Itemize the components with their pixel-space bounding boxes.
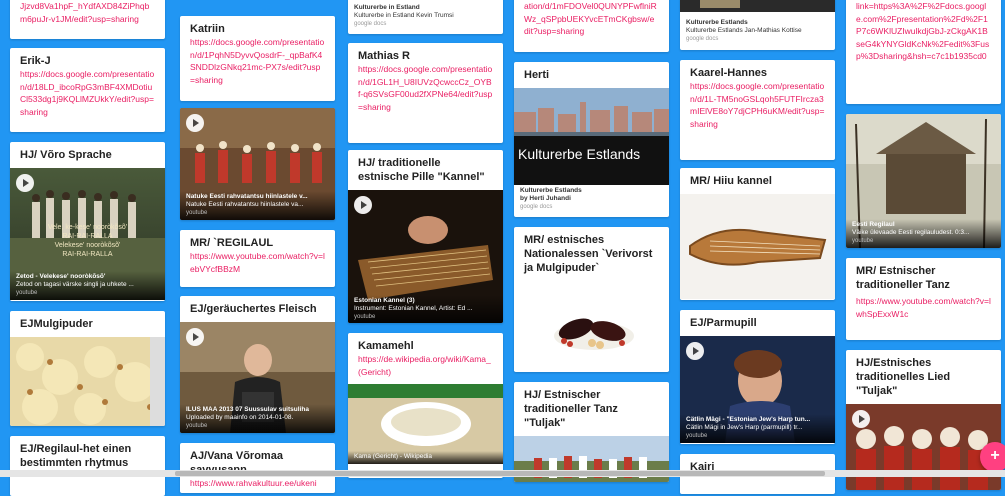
horizontal-scrollbar[interactable] xyxy=(0,470,1005,477)
video-caption: Natuke Eesti rahvatantsu hiinlastele v..… xyxy=(180,191,335,220)
post-card-kulturerbe-estlands[interactable]: Kulturerbe Estlands Kulturerbe Estlands … xyxy=(680,0,835,50)
play-icon[interactable] xyxy=(16,174,34,192)
doc-image xyxy=(680,0,835,12)
post-link[interactable]: https://docs.google.com/presentation/d/1… xyxy=(190,36,325,86)
post-card-pille[interactable]: HJ/ traditionelle estnische Pille "Kanne… xyxy=(348,150,503,323)
post-link[interactable]: Jjzvd8Va1hpF_hYdfAXD84ZiPhqbm6puJr-v1JM/… xyxy=(20,0,155,25)
post-card-katriin[interactable]: Katriin https://docs.google.com/presenta… xyxy=(180,16,335,101)
doc-image xyxy=(514,88,669,185)
post-card-voro[interactable]: HJ/ Võro Sprache Vele, ke-kese' nooròkõs… xyxy=(10,142,165,301)
post-link[interactable]: link=https%3A%2F%2Fdocs.google.com%2Fpre… xyxy=(856,0,991,63)
post-card-kaarel[interactable]: Kaarel-Hannes https://docs.google.com/pr… xyxy=(680,60,835,160)
play-icon[interactable] xyxy=(354,196,372,214)
post-card-parmupill[interactable]: EJ/Parmupill Cätlin Mägi - "Estonian Jew… xyxy=(680,310,835,444)
kannel-image xyxy=(680,194,835,299)
scrollbar-thumb[interactable] xyxy=(175,471,825,476)
post-title: EJ/geräuchertes Fleisch xyxy=(190,303,317,315)
post-link[interactable]: https://docs.google.com/presentation/d/1… xyxy=(690,80,825,130)
post-card-vana[interactable]: AJ/Vana Võromaa savvusann https://www.ra… xyxy=(180,443,335,493)
video-caption: ILUS MAA 2013 07 Suussulav suitsuliha Up… xyxy=(180,404,335,433)
play-icon[interactable] xyxy=(686,342,704,360)
video-thumbnail[interactable]: Eesti Regilaul Väike ülevaade Eesti regi… xyxy=(846,114,1001,248)
post-card-natuke[interactable]: Natuke Eesti rahvatantsu hiinlastele v..… xyxy=(180,108,335,220)
article-caption: Kama (Gericht) - Wikipedia xyxy=(348,451,503,464)
post-title: MR/ estnisches Nationalessen `Verivorst … xyxy=(524,234,653,274)
post-title: HJ/Estnisches traditionelles Lied "Tulja… xyxy=(856,357,951,397)
post-card[interactable]: Jjzvd8Va1hpF_hYdfAXD84ZiPhqbm6puJr-v1JM/… xyxy=(10,0,165,39)
post-title: Katriin xyxy=(190,23,225,35)
video-thumbnail[interactable] xyxy=(846,404,1001,490)
doc-caption: Kulturerbe in Estland Kulturerbe in Estl… xyxy=(354,4,454,27)
post-card-hj-tanz[interactable]: HJ/Estnisches traditionelles Lied "Tulja… xyxy=(846,350,1001,490)
post-title: EJ/Regilaul-het einen bestimmten rhytmus xyxy=(20,443,132,469)
post-title: MR/ Estnischer traditioneller Tanz xyxy=(856,265,950,291)
post-title: HJ/ traditionelle estnische Pille "Kanne… xyxy=(358,157,485,183)
play-icon[interactable] xyxy=(852,410,870,428)
doc-banner-text: Kulturerbe Estlands xyxy=(518,146,641,162)
play-icon[interactable] xyxy=(186,328,204,346)
post-card-erik[interactable]: Erik-J https://docs.google.com/presentat… xyxy=(10,48,165,132)
video-thumbnail[interactable]: ILUS MAA 2013 07 Suussulav suitsuliha Up… xyxy=(180,322,335,433)
post-card-kama[interactable]: Kamamehl https://de.wikipedia.org/wiki/K… xyxy=(348,333,503,478)
play-icon[interactable] xyxy=(186,114,204,132)
post-title: Herti xyxy=(524,69,550,81)
video-thumbnail[interactable]: Vele, ke-kese' nooròkõsõ' RAI-RAI-RALLA … xyxy=(10,168,165,300)
video-caption: Cätlin Mägi - "Estonian Jew's Harp tun..… xyxy=(680,414,835,443)
post-card-regilaul-video[interactable]: Eesti Regilaul Väike ülevaade Eesti regi… xyxy=(846,114,1001,248)
post-card[interactable]: ation/d/1mFDOVel0QUNYPFwflniRWz_qSPpbUEK… xyxy=(514,0,669,52)
post-link[interactable]: https://docs.google.com/presentation/d/1… xyxy=(20,68,155,118)
doc-thumbnail[interactable]: Kulturerbe Estlands xyxy=(514,88,669,185)
doc-caption: Kulturerbe Estlands by Herti Juhandi goo… xyxy=(520,187,582,210)
post-title: Kaarel-Hannes xyxy=(690,67,768,79)
post-title: MR/ `REGILAUL xyxy=(190,237,274,249)
post-title: MR/ Hiiu kannel xyxy=(690,175,772,187)
post-card-mr-tanz[interactable]: MR/ Estnischer traditioneller Tanz https… xyxy=(846,258,1001,340)
video-caption: Eesti Regilaul Väike ülevaade Eesti regi… xyxy=(846,219,1001,248)
post-title: EJMulgipuder xyxy=(20,318,93,330)
video-thumbnail[interactable]: Cätlin Mägi - "Estonian Jew's Harp tun..… xyxy=(680,336,835,443)
add-post-button[interactable]: + xyxy=(980,442,1005,472)
plus-icon: + xyxy=(990,447,1000,464)
post-card-tuljak[interactable]: HJ/ Estnischer traditioneller Tanz "Tulj… xyxy=(514,382,669,482)
food-image xyxy=(514,281,669,371)
video-caption: Estonian Kannel (3) Instrument: Estonian… xyxy=(348,295,503,323)
post-card-kulturerbe[interactable]: Kulturerbe in Estland Kulturerbe in Estl… xyxy=(348,0,503,34)
post-card-herti[interactable]: Herti Kulturerbe Estlands Kulturerbe Est… xyxy=(514,62,669,217)
video-thumbnail[interactable]: Natuke Eesti rahvatantsu hiinlastele v..… xyxy=(180,108,335,220)
food-image xyxy=(10,337,165,426)
post-link[interactable]: https://www.rahvakultuur.ee/ukeni xyxy=(190,477,325,490)
post-card-regilaul[interactable]: EJ/Regilaul-het einen bestimmten rhytmus xyxy=(10,436,165,496)
post-card-mathias[interactable]: Mathias R https://docs.google.com/presen… xyxy=(348,43,503,143)
video-overlay-text: Vele, ke-kese' nooròkõsõ' RAI-RAI-RALLA … xyxy=(47,224,128,258)
article-image: Kama (Gericht) - Wikipedia xyxy=(348,384,503,464)
post-title: HJ/ Estnischer traditioneller Tanz "Tulj… xyxy=(524,389,618,429)
post-card-verivorst[interactable]: MR/ estnisches Nationalessen `Verivorst … xyxy=(514,227,669,372)
post-title: HJ/ Võro Sprache xyxy=(20,149,112,161)
post-card-fleisch[interactable]: EJ/geräuchertes Fleisch ILUS MAA 2013 07… xyxy=(180,296,335,433)
post-link[interactable]: https://www.youtube.com/watch?v=lwhSpExx… xyxy=(856,295,991,320)
post-title: Mathias R xyxy=(358,50,410,62)
post-card[interactable]: link=https%3A%2F%2Fdocs.google.com%2Fpre… xyxy=(846,0,1001,104)
video-thumbnail[interactable]: Estonian Kannel (3) Instrument: Estonian… xyxy=(348,190,503,323)
post-card-mulgi[interactable]: EJMulgipuder xyxy=(10,311,165,426)
post-card-hiiu[interactable]: MR/ Hiiu kannel xyxy=(680,168,835,300)
post-card-mr-regilaul[interactable]: MR/ `REGILAUL https://www.youtube.com/wa… xyxy=(180,230,335,287)
post-link[interactable]: https://de.wikipedia.org/wiki/Kama_(Geri… xyxy=(358,353,493,378)
post-title: Kamamehl xyxy=(358,340,414,352)
post-link[interactable]: ation/d/1mFDOVel0QUNYPFwflniRWz_qSPpbUEK… xyxy=(524,0,659,38)
video-caption: Zetod - Velekese' nooròkõsõ' Zetod on ta… xyxy=(10,271,165,300)
post-link[interactable]: https://www.youtube.com/watch?v=lebVYcfB… xyxy=(190,250,325,275)
post-link[interactable]: https://docs.google.com/presentation/d/1… xyxy=(358,63,493,113)
doc-caption: Kulturerbe Estlands Kulturerbe Estlands … xyxy=(686,19,802,42)
post-title: EJ/Parmupill xyxy=(690,317,757,329)
post-title: Erik-J xyxy=(20,55,51,67)
